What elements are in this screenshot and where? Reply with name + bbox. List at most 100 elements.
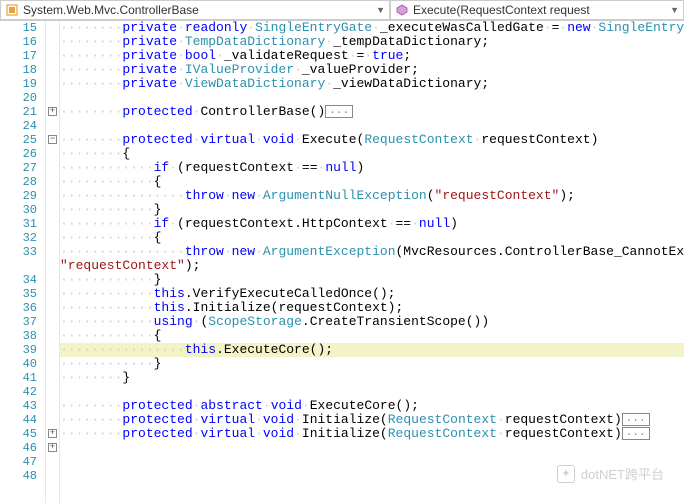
code-token: this — [154, 286, 185, 301]
code-token: } — [154, 272, 162, 287]
code-line[interactable] — [60, 119, 684, 133]
code-line[interactable]: ········protected·virtual·void·Initializ… — [60, 413, 684, 427]
line-number: 41 — [0, 371, 45, 385]
whitespace: · — [364, 48, 372, 63]
class-dropdown-label: System.Web.Mvc.ControllerBase — [23, 3, 372, 17]
code-line[interactable]: ········protected·abstract·void·ExecuteC… — [60, 399, 684, 413]
code-token: .Initialize(requestContext); — [185, 300, 403, 315]
code-token: void — [263, 132, 294, 147]
code-line[interactable]: ············using·(ScopeStorage.CreateTr… — [60, 315, 684, 329]
code-line[interactable]: ············if·(requestContext.HttpConte… — [60, 217, 684, 231]
code-token: Initialize( — [302, 412, 388, 427]
code-line[interactable]: ········protected·virtual·void·Initializ… — [60, 427, 684, 441]
fold-expand-icon[interactable]: + — [48, 429, 57, 438]
code-token: true — [372, 48, 403, 63]
code-token: { — [154, 328, 162, 343]
line-number: 35 — [0, 287, 45, 301]
class-dropdown[interactable]: System.Web.Mvc.ControllerBase ▼ — [0, 0, 390, 20]
code-line[interactable]: ············} — [60, 203, 684, 217]
whitespace: · — [255, 188, 263, 203]
collapsed-region-icon[interactable]: ... — [622, 427, 650, 440]
code-line[interactable]: ········protected·ControllerBase()... — [60, 105, 684, 119]
code-token: Initialize( — [302, 426, 388, 441]
fold-expand-icon[interactable]: + — [48, 107, 57, 116]
code-line[interactable]: ················this.ExecuteCore(); — [60, 343, 684, 357]
line-number: 34 — [0, 273, 45, 287]
code-line[interactable]: ············if·(requestContext·==·null) — [60, 161, 684, 175]
whitespace: · — [177, 34, 185, 49]
code-line[interactable]: ············{ — [60, 231, 684, 245]
whitespace: · — [247, 21, 255, 35]
whitespace: ············ — [60, 356, 154, 371]
whitespace: · — [388, 216, 396, 231]
code-token: private — [122, 62, 177, 77]
fold-collapse-icon[interactable]: − — [48, 135, 57, 144]
whitespace: · — [294, 426, 302, 441]
line-number: 40 — [0, 357, 45, 371]
whitespace: · — [224, 188, 232, 203]
line-number: 21 — [0, 105, 45, 119]
code-token: requestContext) — [505, 412, 622, 427]
code-token: null — [419, 216, 450, 231]
code-token: } — [154, 202, 162, 217]
whitespace: ············ — [60, 202, 154, 217]
line-number: 37 — [0, 315, 45, 329]
line-number: 18 — [0, 63, 45, 77]
whitespace: · — [497, 426, 505, 441]
line-number: 16 — [0, 35, 45, 49]
code-line[interactable]: ············this.Initialize(requestConte… — [60, 301, 684, 315]
collapsed-region-icon[interactable]: ... — [622, 413, 650, 426]
whitespace: · — [294, 132, 302, 147]
code-line[interactable]: ········private·TempDataDictionary·_temp… — [60, 35, 684, 49]
code-token: new — [232, 244, 255, 259]
whitespace: ············ — [60, 216, 154, 231]
whitespace: · — [255, 412, 263, 427]
fold-expand-icon[interactable]: + — [48, 443, 57, 452]
code-token: ) — [450, 216, 458, 231]
code-line[interactable]: ········private·ViewDataDictionary·_view… — [60, 77, 684, 91]
code-token: { — [154, 174, 162, 189]
member-dropdown[interactable]: Execute(RequestContext request ▼ — [390, 0, 684, 20]
code-line[interactable]: ········private·IValueProvider·_valuePro… — [60, 63, 684, 77]
line-number: 39 — [0, 343, 45, 357]
line-number: 29 — [0, 189, 45, 203]
code-line[interactable]: ········protected·virtual·void·Execute(R… — [60, 133, 684, 147]
code-line[interactable]: ········{ — [60, 147, 684, 161]
code-line[interactable]: ········} — [60, 371, 684, 385]
code-line[interactable]: ················throw·new·ArgumentExcept… — [60, 245, 684, 259]
whitespace: ········ — [60, 426, 122, 441]
code-token: RequestContext — [388, 412, 497, 427]
whitespace: · — [325, 76, 333, 91]
code-line[interactable]: ············{ — [60, 329, 684, 343]
code-token: _viewDataDictionary; — [333, 76, 489, 91]
code-line[interactable]: ········private·bool·_validateRequest·=·… — [60, 49, 684, 63]
line-number: 28 — [0, 175, 45, 189]
whitespace: ········ — [60, 48, 122, 63]
code-line[interactable] — [60, 91, 684, 105]
code-line[interactable]: "requestContext"); — [60, 259, 684, 273]
code-editor[interactable]: 1516171819202124252627282930313233343536… — [0, 21, 684, 503]
collapsed-region-icon[interactable]: ... — [325, 105, 353, 118]
code-token: TempDataDictionary — [185, 34, 325, 49]
code-token: ExecuteCore(); — [310, 398, 419, 413]
whitespace: ············ — [60, 314, 154, 329]
code-line[interactable]: ············} — [60, 273, 684, 287]
whitespace: ············ — [60, 174, 154, 189]
code-token: void — [263, 426, 294, 441]
whitespace: ········ — [60, 21, 122, 35]
code-area[interactable]: ········private·readonly·SingleEntryGate… — [60, 21, 684, 503]
whitespace: · — [177, 62, 185, 77]
code-line[interactable] — [60, 385, 684, 399]
code-line[interactable]: ············} — [60, 357, 684, 371]
code-token: new — [232, 188, 255, 203]
code-line[interactable] — [60, 441, 684, 455]
code-line[interactable]: ················throw·new·ArgumentNullEx… — [60, 189, 684, 203]
whitespace: · — [177, 48, 185, 63]
code-line[interactable]: ············{ — [60, 175, 684, 189]
whitespace: ········ — [60, 34, 122, 49]
code-token: ( — [427, 188, 435, 203]
code-line[interactable]: ············this.VerifyExecuteCalledOnce… — [60, 287, 684, 301]
code-token: "requestContext" — [60, 258, 185, 273]
code-line[interactable]: ········private·readonly·SingleEntryGate… — [60, 21, 684, 35]
code-token: private — [122, 76, 177, 91]
